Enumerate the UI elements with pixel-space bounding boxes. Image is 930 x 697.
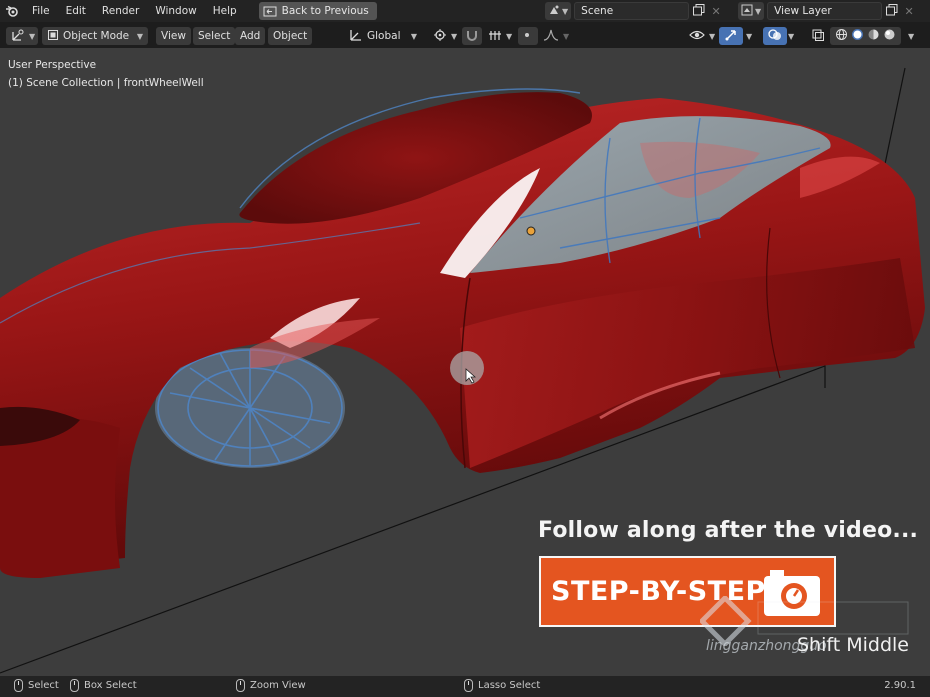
menu-view[interactable]: View	[156, 27, 191, 45]
status-zoom-view-label: Zoom View	[250, 680, 306, 691]
chevron-down-icon: ▼	[29, 31, 36, 41]
status-select-label: Select	[28, 680, 59, 691]
chevron-down-icon: ▼	[746, 31, 753, 41]
transform-orientation-dropdown[interactable]: Global ▼	[344, 27, 422, 45]
shortcut-hint: Shift Middle	[797, 634, 909, 656]
falloff-dropdown[interactable]: ▼	[538, 27, 574, 45]
menu-add[interactable]: Add	[235, 27, 266, 45]
proportional-editing-toggle[interactable]	[518, 27, 538, 45]
chevron-down-icon: ▼	[506, 31, 513, 41]
gizmo-arrow-icon	[724, 28, 738, 45]
view-layer-browse-button[interactable]: ▼	[738, 2, 765, 20]
chevron-down-icon: ▼	[136, 31, 143, 41]
chevron-down-icon: ▼	[410, 31, 417, 41]
object-mode-icon	[47, 29, 59, 44]
view-layer-name-field[interactable]: View Layer	[767, 2, 883, 20]
chevron-down-icon: ▼	[709, 31, 716, 41]
editor-type-button[interactable]: ▼	[6, 27, 38, 45]
wireframe-shading-icon[interactable]	[835, 28, 848, 44]
viewport-collection-label: (1) Scene Collection | frontWheelWell	[8, 77, 204, 89]
top-menu-bar: File Edit Render Window Help Back to Pre…	[0, 0, 930, 22]
menu-render[interactable]: Render	[94, 0, 147, 22]
mouse-left-icon	[14, 679, 23, 692]
menu-object[interactable]: Object	[268, 27, 313, 45]
menu-help[interactable]: Help	[205, 0, 245, 22]
xray-icon	[811, 28, 825, 45]
eye-icon	[689, 29, 705, 44]
chevron-down-icon: ▼	[451, 31, 458, 41]
version-label: 2.90.1	[884, 680, 916, 691]
shading-mode-group	[830, 27, 901, 45]
chevron-down-icon: ▼	[755, 6, 762, 16]
blender-logo-icon[interactable]	[0, 0, 24, 22]
mouse-middle-icon	[236, 679, 245, 692]
viewport-perspective-label: User Perspective	[8, 59, 97, 71]
menu-window[interactable]: Window	[147, 0, 204, 22]
scene-browse-button[interactable]: ▼	[545, 2, 572, 20]
back-to-previous-button[interactable]: Back to Previous	[258, 2, 377, 20]
magnet-icon	[465, 28, 479, 45]
chevron-down-icon: ▼	[563, 31, 570, 41]
3d-viewport[interactable]: User Perspective (1) Scene Collection | …	[0, 48, 930, 676]
screen-back-icon	[263, 6, 277, 16]
object-mode-dropdown[interactable]: Object Mode ▼	[42, 27, 148, 45]
close-scene-icon[interactable]: ✕	[709, 5, 723, 18]
status-box-select: Box Select	[70, 679, 137, 692]
menu-file[interactable]: File	[24, 0, 58, 22]
scene-selector: ▼ Scene ✕	[545, 2, 723, 20]
status-lasso-select-label: Lasso Select	[478, 680, 541, 691]
material-preview-icon[interactable]	[867, 28, 880, 44]
viewport-header: ▼ Object Mode ▼ View Select Add Object G…	[0, 24, 930, 48]
snap-target-dropdown[interactable]: ▼	[483, 27, 517, 45]
view-layer-selector: ▼ View Layer ✕	[738, 2, 916, 20]
chevron-down-icon: ▼	[908, 31, 915, 41]
xray-toggle[interactable]	[806, 27, 830, 45]
axis-gizmo-icon	[11, 28, 25, 45]
copy-scene-icon[interactable]	[692, 3, 706, 20]
visibility-dropdown[interactable]: ▼	[684, 27, 720, 45]
pivot-icon	[433, 28, 447, 45]
chevron-down-icon: ▼	[562, 6, 569, 16]
view-layer-icon	[741, 4, 753, 19]
chevron-down-icon: ▼	[788, 31, 795, 41]
snap-toggle[interactable]	[462, 27, 482, 45]
object-mode-label: Object Mode	[63, 30, 130, 42]
status-bar: Select Box Select Zoom View Lasso Select…	[0, 676, 930, 697]
gizmo-toggle[interactable]	[719, 27, 743, 45]
mouse-right-icon	[464, 679, 473, 692]
mouse-drag-icon	[70, 679, 79, 692]
close-view-layer-icon[interactable]: ✕	[902, 5, 916, 18]
follow-along-text: Follow along after the video...	[538, 518, 919, 543]
falloff-curve-icon	[543, 28, 559, 45]
pivot-point-dropdown[interactable]: ▼	[428, 27, 462, 45]
rendered-shading-icon[interactable]	[883, 28, 896, 44]
back-to-previous-label: Back to Previous	[281, 5, 369, 17]
menu-edit[interactable]: Edit	[58, 0, 94, 22]
overlay-circles-icon	[768, 28, 782, 45]
proportional-dot-icon	[521, 29, 533, 44]
menu-select[interactable]: Select	[193, 27, 236, 45]
solid-shading-icon[interactable]	[851, 28, 864, 44]
copy-view-layer-icon[interactable]	[885, 3, 899, 20]
status-select: Select	[14, 679, 59, 692]
shading-dropdown[interactable]: ▼	[903, 27, 919, 45]
global-axis-icon	[349, 28, 363, 45]
status-lasso-select: Lasso Select	[464, 679, 540, 692]
scene-name-field[interactable]: Scene	[574, 2, 690, 20]
status-zoom-view: Zoom View	[236, 679, 306, 692]
gizmo-dropdown[interactable]: ▼	[741, 27, 757, 45]
overlays-dropdown[interactable]: ▼	[783, 27, 799, 45]
status-box-select-label: Box Select	[84, 680, 137, 691]
orientation-label: Global	[367, 30, 401, 42]
snap-increment-icon	[488, 28, 502, 45]
scene-icon	[548, 4, 560, 19]
